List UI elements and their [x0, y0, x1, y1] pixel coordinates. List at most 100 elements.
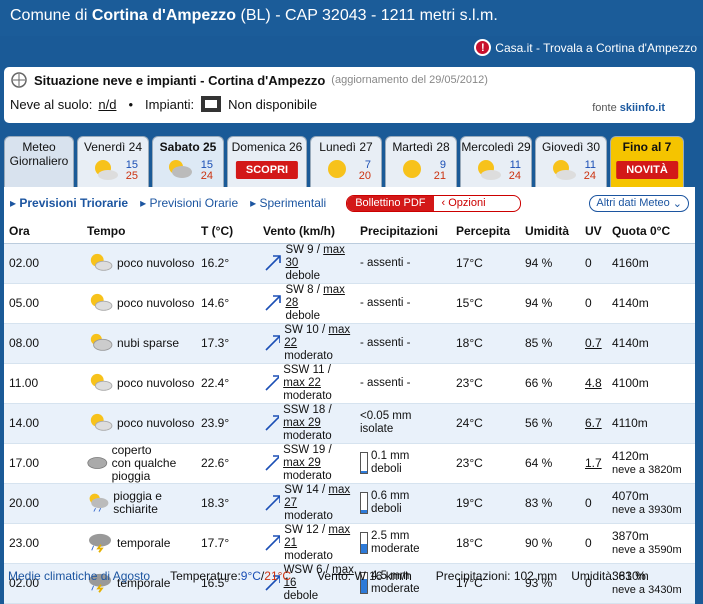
- footer-temp-max: 21°C: [264, 569, 292, 583]
- tab-sabato-25[interactable]: Sabato 25 15 24: [152, 136, 224, 188]
- cell-tempo: pioggia e schiarite: [82, 483, 196, 524]
- cell-tempo: poco nuvoloso: [82, 363, 196, 404]
- snow-level: neve a 3930m: [612, 503, 682, 516]
- weather-icon: [90, 413, 113, 431]
- precip-bar: [360, 492, 368, 514]
- nav-sperimentali[interactable]: ▸ Sperimentali: [250, 196, 326, 210]
- cell-vento: SSW 19 / max 29 moderato: [258, 443, 355, 484]
- wind-intensity: moderato: [284, 509, 333, 522]
- snow-update: (aggiornamento del 29/05/2012): [331, 74, 488, 86]
- medie-climatiche-link[interactable]: Medie climatiche di Agosto: [8, 569, 150, 583]
- snow-title-row: Situazione neve e impianti - Cortina d'A…: [10, 72, 689, 88]
- precip-intensity: deboli: [371, 463, 402, 475]
- column-header: UV: [580, 219, 607, 244]
- cell-percepita: 24°C: [451, 403, 520, 444]
- cell-temperatura: 18.3°: [196, 483, 258, 524]
- tempo-text: poco nuvoloso: [117, 375, 195, 390]
- bollettino-pdf-button[interactable]: Bollettino PDF: [347, 195, 434, 211]
- precip-intensity: deboli: [371, 503, 402, 515]
- nav-label: Sperimentali: [259, 196, 327, 210]
- casa-link[interactable]: ! Casa.it - Trovala a Cortina d'Ampezzo: [474, 39, 697, 56]
- tab-label: Lunedì 27: [319, 140, 373, 154]
- forecast-panel: ▸ Previsioni Triorarie ▸ Previsioni Orar…: [4, 187, 695, 604]
- cloud-rain-icon: [169, 160, 192, 178]
- cell-temperatura: 16.2°: [196, 243, 258, 284]
- tab-label: Fino al 7: [622, 140, 672, 154]
- tempo-text: nubi sparse: [117, 335, 180, 350]
- weather-icon: [90, 373, 113, 391]
- tab-fino-al-7[interactable]: Fino al 7 NOVITÀ: [610, 136, 684, 188]
- wind-intensity: debole: [285, 309, 320, 322]
- cell-umidita: 90 %: [520, 523, 580, 564]
- wind-intensity: moderato: [283, 389, 332, 402]
- tab-lunedi-27[interactable]: Lunedì 27 7 20: [310, 136, 382, 188]
- tab-meteo-giornaliero[interactable]: Meteo Giornaliero: [4, 136, 74, 188]
- sun-icon: [328, 160, 346, 178]
- opzioni-button[interactable]: ‹ Opzioni: [434, 197, 520, 209]
- tab-domenica-26[interactable]: Domenica 26 SCOPRI: [227, 136, 307, 188]
- cell-precipitazioni: - assenti -: [355, 363, 451, 404]
- tab-label: Sabato 25: [159, 140, 217, 154]
- cell-vento: SW 10 / max 22 moderato: [258, 323, 355, 364]
- tab-venerdi-24[interactable]: Venerdì 24 15 25: [77, 136, 149, 188]
- tab-label: Domenica 26: [231, 140, 303, 154]
- cell-ora: 20.00: [4, 483, 82, 524]
- cell-vento: SSW 18 / max 29 moderato: [258, 403, 355, 444]
- cell-quota: 4140m: [607, 283, 695, 324]
- wind-intensity: moderato: [283, 429, 332, 442]
- wind-speed: 9: [307, 243, 314, 256]
- footer-temp-label: Temperature:: [170, 569, 241, 583]
- nav-previsioni-triorarie[interactable]: ▸ Previsioni Triorarie: [10, 196, 128, 210]
- cell-percepita: 23°C: [451, 443, 520, 484]
- cell-vento: SW 12 / max 21 moderato: [258, 523, 355, 564]
- scopri-badge[interactable]: SCOPRI: [235, 161, 299, 179]
- cell-uv: 0.7: [580, 323, 607, 364]
- neve-value: n/d: [98, 96, 117, 112]
- partly-cloudy-icon: [95, 160, 118, 180]
- day-tabs: Meteo Giornaliero Venerdì 24 15 25 Sabato 2…: [4, 136, 695, 188]
- cell-umidita: 66 %: [520, 363, 580, 404]
- uv-value: 0.7: [585, 336, 602, 350]
- snow-level: neve a 3590m: [612, 543, 682, 556]
- precip-bar-fill: [361, 471, 367, 473]
- wind-speed: 19: [312, 443, 326, 456]
- bullet-separator: •: [128, 96, 134, 112]
- cell-uv: 1.7: [580, 443, 607, 484]
- footer-temp-min: 9°C: [240, 569, 261, 583]
- cell-uv: 0: [580, 243, 607, 284]
- wind-dir: SSW: [283, 443, 310, 456]
- cell-precipitazioni: <0.05 mm isolate: [355, 403, 451, 444]
- tab-giovedi-30[interactable]: Giovedì 30 11 24: [535, 136, 607, 188]
- source-link[interactable]: skiinfo.it: [620, 102, 665, 114]
- tab-martedi-28[interactable]: Martedì 28 9 21: [385, 136, 457, 188]
- novita-badge[interactable]: NOVITÀ: [616, 161, 678, 179]
- cell-quota: 4140m: [607, 323, 695, 364]
- header-prefix: Comune di: [10, 7, 92, 24]
- wind-intensity: debole: [285, 269, 320, 282]
- tab-label: Giovedì 30: [541, 140, 601, 154]
- uv-value: 0: [585, 536, 592, 550]
- cell-vento: SW 8 / max 28 debole: [258, 283, 355, 324]
- snow-info-row: Neve al suolo: n/d • Impianti: Non dispo…: [10, 95, 689, 113]
- nav-label: Previsioni Triorarie: [19, 196, 129, 210]
- cell-percepita: 19°C: [451, 483, 520, 524]
- quota-value: 4120m: [612, 448, 649, 463]
- weather-icon: [87, 457, 108, 469]
- cell-vento: SW 9 / max 30 debole: [258, 243, 355, 284]
- tab-label: Meteo: [22, 140, 56, 154]
- cell-quota: 4070m neve a 3930m: [607, 483, 695, 524]
- quota-value: 4110m: [612, 415, 648, 430]
- cell-uv: 0: [580, 523, 607, 564]
- tempo-text-2: con qualche pioggia: [111, 455, 177, 483]
- wind-intensity: debole: [283, 589, 319, 602]
- casa-link-text[interactable]: Casa.it - Trovala a Cortina d'Ampezzo: [495, 41, 697, 55]
- cell-umidita: 94 %: [520, 243, 580, 284]
- nav-previsioni-orarie[interactable]: ▸ Previsioni Orarie: [140, 196, 238, 210]
- footer-vento: Vento: W 16 km/h: [317, 569, 412, 583]
- precip-value: - assenti -: [360, 336, 411, 349]
- precip-bar-fill: [361, 544, 367, 553]
- header-details: (BL) - CAP 32043 - 1211 metri s.l.m.: [236, 7, 498, 24]
- tab-mercoledi-29[interactable]: Mercoledì 29 11 24: [460, 136, 532, 188]
- column-header: Ora: [4, 219, 82, 244]
- altri-dati-meteo-button[interactable]: Altri dati Meteo ⌄: [589, 194, 689, 212]
